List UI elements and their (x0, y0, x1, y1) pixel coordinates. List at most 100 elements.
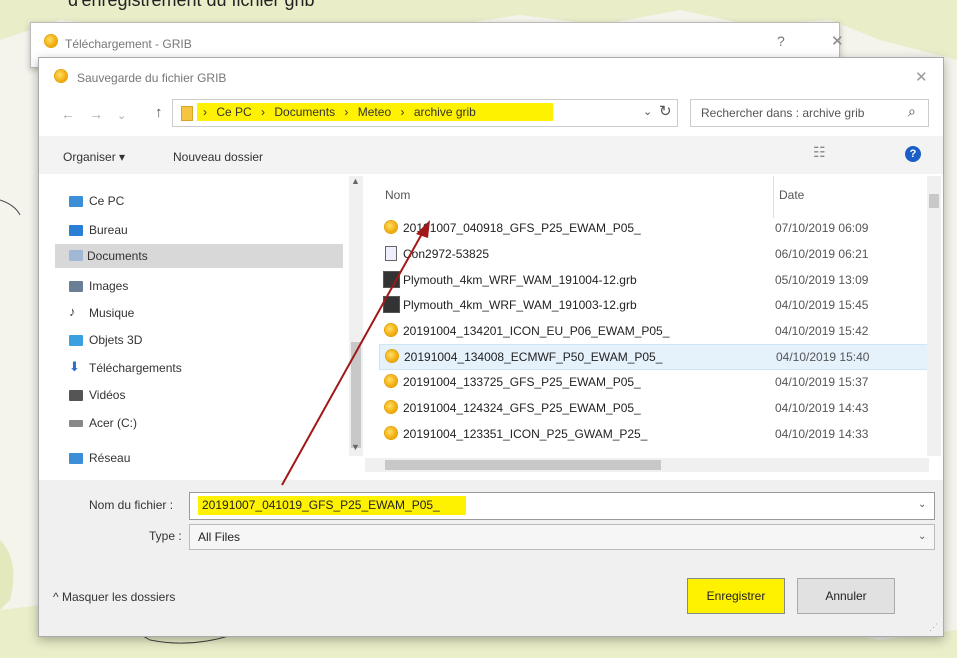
sidebar-item-label: Documents (87, 249, 148, 263)
file-name: 20191007_040918_GFS_P25_EWAM_P05_ (403, 221, 641, 235)
file-row[interactable]: 20191004_124324_GFS_P25_EWAM_P05_ 04/10/… (379, 396, 934, 420)
file-date: 06/10/2019 06:21 (775, 247, 869, 261)
outer-window-title: Téléchargement - GRIB (65, 37, 192, 51)
outer-help-button[interactable]: ? (777, 33, 785, 49)
search-box[interactable]: Rechercher dans : archive grib ⌕ (690, 99, 929, 127)
grib-icon (386, 350, 398, 362)
sidebar-item-label: Objets 3D (89, 333, 143, 347)
objects3d-icon (69, 335, 83, 346)
file-name: Plymouth_4km_WRF_WAM_191004-12.grb (403, 273, 637, 287)
breadcrumb-archive-grib[interactable]: archive grib (414, 105, 476, 119)
breadcrumb-ce-pc[interactable]: Ce PC (216, 105, 251, 119)
grib-icon (385, 401, 397, 413)
column-header-name[interactable]: Nom (385, 188, 410, 202)
drive-icon (69, 420, 83, 427)
network-icon (69, 453, 83, 464)
breadcrumb-separator[interactable]: › (344, 105, 348, 119)
sidebar-item-label: Ce PC (89, 194, 125, 208)
forward-arrow-icon[interactable]: → (89, 106, 103, 122)
breadcrumb-documents[interactable]: Documents (274, 105, 335, 119)
help-icon[interactable]: ? (905, 146, 921, 162)
file-date: 04/10/2019 15:45 (775, 298, 869, 312)
breadcrumb-meteo[interactable]: Meteo (358, 105, 391, 119)
filename-input[interactable]: 20191007_041019_GFS_P25_EWAM_P05_ ⌄ (189, 492, 935, 520)
address-dropdown-icon[interactable]: ⌄ (643, 105, 652, 118)
sidebar-item-label: Téléchargements (89, 361, 182, 375)
grib-sun-icon (55, 70, 67, 82)
file-date: 04/10/2019 15:37 (775, 375, 869, 389)
scroll-thumb[interactable] (929, 194, 939, 208)
scroll-thumb[interactable] (385, 460, 661, 470)
sidebar-item-documents[interactable]: Documents (55, 244, 343, 268)
videos-icon (69, 390, 83, 401)
file-row[interactable]: Con2972-53825 06/10/2019 06:21 (379, 242, 934, 266)
file-name: 20191004_134201_ICON_EU_P06_EWAM_P05_ (403, 324, 670, 338)
dialog-close-button[interactable]: ✕ (915, 68, 928, 86)
file-name: 20191004_123351_ICON_P25_GWAM_P25_ (403, 427, 648, 441)
file-date: 04/10/2019 14:43 (775, 401, 869, 415)
organize-button[interactable]: Organiser ▾ (63, 150, 125, 164)
save-button[interactable]: Enregistrer (687, 578, 785, 614)
file-type-value: All Files (198, 530, 241, 544)
grib-icon (385, 324, 397, 336)
navigation-pane: Ce PC Bureau Documents Images ♪ Musique … (47, 176, 363, 465)
chevron-down-icon[interactable]: ⌄ (918, 531, 926, 542)
document-caption: d'enregistrement du fichier grib (68, 0, 315, 10)
file-row[interactable]: Plymouth_4km_WRF_WAM_191004-12.grb 05/10… (379, 268, 934, 292)
file-list-horizontal-scrollbar[interactable] (365, 458, 929, 472)
image-file-icon (383, 271, 400, 288)
breadcrumb-separator[interactable]: › (400, 105, 404, 119)
document-icon (385, 246, 397, 261)
file-date: 05/10/2019 13:09 (775, 273, 869, 287)
file-list-vertical-scrollbar[interactable] (927, 176, 941, 456)
breadcrumb-separator: › (203, 105, 207, 119)
file-row[interactable]: 20191007_040918_GFS_P25_EWAM_P05_ 07/10/… (379, 216, 934, 240)
save-dialog: Sauvegarde du fichier GRIB ✕ ← → ⌄ ↑ › C… (38, 57, 944, 637)
filename-value: 20191007_041019_GFS_P25_EWAM_P05_ (202, 498, 440, 512)
dialog-title: Sauvegarde du fichier GRIB (77, 71, 227, 85)
scroll-thumb[interactable] (351, 342, 361, 448)
documents-icon (69, 250, 83, 261)
breadcrumb-separator[interactable]: › (261, 105, 265, 119)
file-date: 04/10/2019 15:40 (776, 350, 870, 364)
file-name: Plymouth_4km_WRF_WAM_191003-12.grb (403, 298, 637, 312)
file-row[interactable]: Plymouth_4km_WRF_WAM_191003-12.grb 04/10… (379, 293, 934, 317)
file-name: 20191004_133725_GFS_P25_EWAM_P05_ (403, 375, 641, 389)
address-bar[interactable]: › Ce PC › Documents › Meteo › archive gr… (172, 99, 678, 127)
hide-folders-toggle[interactable]: ^ Masquer les dossiers (53, 590, 175, 604)
sidebar-item-label: Acer (C:) (89, 416, 137, 430)
file-row[interactable]: 20191004_123351_ICON_P25_GWAM_P25_ 04/10… (379, 422, 934, 446)
save-form: Nom du fichier : 20191007_041019_GFS_P25… (39, 480, 943, 636)
filename-label: Nom du fichier : (89, 498, 174, 512)
grib-icon (385, 221, 397, 233)
navigation-scrollbar[interactable]: ▲ ▼ (349, 176, 363, 456)
pc-icon (69, 196, 83, 207)
sidebar-item-label: Images (89, 279, 129, 293)
back-arrow-icon[interactable]: ← (61, 106, 75, 122)
image-file-icon (383, 296, 400, 313)
new-folder-button[interactable]: Nouveau dossier (173, 150, 263, 164)
file-date: 04/10/2019 15:42 (775, 324, 869, 338)
scroll-down-arrow[interactable]: ▼ (351, 442, 360, 452)
file-name: Con2972-53825 (403, 247, 490, 261)
search-placeholder: Rechercher dans : archive grib (701, 106, 865, 120)
scroll-up-arrow[interactable]: ▲ (351, 176, 360, 186)
view-options-icon[interactable]: ☷ (813, 144, 826, 161)
file-type-select[interactable]: All Files ⌄ (189, 524, 935, 550)
file-row[interactable]: 20191004_134201_ICON_EU_P06_EWAM_P05_ 04… (379, 319, 934, 343)
up-arrow-icon[interactable]: ↑ (155, 104, 163, 121)
file-date: 04/10/2019 14:33 (775, 427, 869, 441)
file-date: 07/10/2019 06:09 (775, 221, 869, 235)
column-divider[interactable] (773, 176, 774, 218)
refresh-icon[interactable]: ↻ (659, 102, 672, 120)
file-row[interactable]: 20191004_133725_GFS_P25_EWAM_P05_ 04/10/… (379, 370, 934, 394)
chevron-down-icon[interactable]: ⌄ (918, 499, 926, 510)
column-header-date[interactable]: Date (779, 188, 804, 202)
search-icon[interactable]: ⌕ (908, 103, 916, 120)
cancel-button[interactable]: Annuler (797, 578, 895, 614)
file-row-hovered[interactable]: 20191004_134008_ECMWF_P50_EWAM_P05_ 04/1… (379, 344, 936, 370)
resize-grip-icon[interactable]: ⋰ (929, 622, 938, 633)
sidebar-item-label: Réseau (89, 451, 131, 465)
recent-locations-icon[interactable]: ⌄ (117, 109, 126, 122)
outer-close-button[interactable]: ✕ (831, 32, 844, 50)
